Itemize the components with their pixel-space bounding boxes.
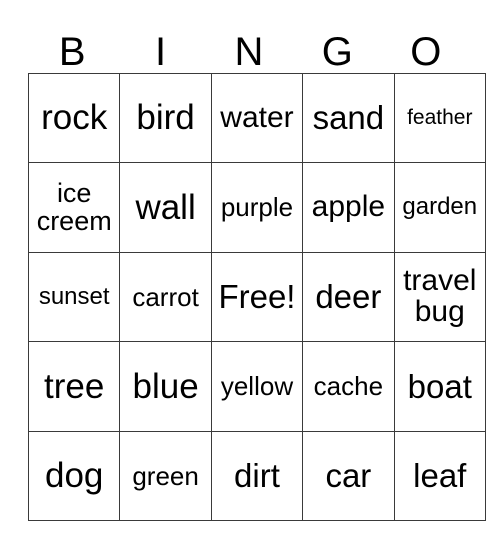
- bingo-cell[interactable]: cache: [302, 341, 395, 432]
- bingo-cell[interactable]: bird: [119, 72, 212, 164]
- header-letter-g: G: [321, 30, 353, 74]
- bingo-cell-label: tree: [44, 366, 105, 406]
- bingo-cell[interactable]: boat: [393, 341, 486, 432]
- header-letter-i: I: [155, 30, 167, 74]
- bingo-cell[interactable]: tree: [27, 341, 121, 432]
- bingo-cell-label: garden: [402, 193, 478, 221]
- bingo-cell[interactable]: car: [302, 430, 395, 521]
- bingo-row: rock bird water sand feather: [27, 72, 486, 164]
- bingo-cell[interactable]: blue: [119, 341, 212, 432]
- bingo-header-row: B I N G O: [28, 14, 470, 73]
- bingo-cell[interactable]: wall: [119, 162, 212, 253]
- bingo-cell-label: cache: [313, 371, 384, 402]
- bingo-cell-label: boat: [407, 367, 472, 405]
- bingo-cell-label: feather: [407, 106, 473, 130]
- bingo-cell-label: leaf: [413, 456, 467, 494]
- bingo-cell-label: blue: [132, 366, 199, 406]
- bingo-cell-label: yellow: [220, 371, 294, 402]
- header-letter-b: B: [58, 30, 86, 74]
- bingo-cell-label-free: Free!: [218, 278, 296, 316]
- bingo-cell-label: apple: [311, 190, 386, 224]
- bingo-cell-label: travel bug: [403, 264, 477, 328]
- header-letter-n: N: [234, 30, 264, 74]
- bingo-cell-label: purple: [220, 192, 294, 223]
- bingo-row: sunset carrot Free! deer travel bug: [27, 251, 486, 343]
- bingo-cell-label: dog: [44, 455, 104, 495]
- bingo-cell-label: ice creem: [36, 178, 112, 236]
- bingo-cell[interactable]: carrot: [119, 251, 212, 343]
- bingo-cell[interactable]: deer: [302, 251, 395, 343]
- bingo-cell-label: car: [325, 456, 372, 494]
- bingo-cell-label: sunset: [38, 282, 110, 310]
- bingo-cell-label: sand: [312, 99, 385, 137]
- bingo-cell[interactable]: apple: [302, 162, 395, 253]
- bingo-cell-label: carrot: [132, 281, 199, 312]
- bingo-row: tree blue yellow cache boat: [27, 341, 486, 432]
- bingo-cell-label: green: [132, 460, 199, 491]
- bingo-cell-label: wall: [135, 187, 196, 227]
- bingo-cell[interactable]: travel bug: [393, 251, 486, 343]
- bingo-row: dog green dirt car leaf: [27, 430, 486, 521]
- bingo-grid: rock bird water sand feather ice creem w…: [27, 72, 486, 521]
- bingo-cell[interactable]: yellow: [210, 341, 304, 432]
- bingo-row: ice creem wall purple apple garden: [27, 162, 486, 253]
- bingo-cell-free[interactable]: Free!: [210, 251, 304, 343]
- bingo-cell[interactable]: feather: [393, 72, 486, 164]
- header-letter-o: O: [410, 30, 442, 74]
- bingo-cell[interactable]: sunset: [27, 251, 121, 343]
- bingo-cell-label: water: [220, 100, 294, 134]
- bingo-cell[interactable]: ice creem: [27, 162, 121, 253]
- bingo-cell[interactable]: garden: [393, 162, 486, 253]
- bingo-cell[interactable]: leaf: [393, 430, 486, 521]
- bingo-cell-label: deer: [315, 278, 382, 316]
- bingo-cell-label: rock: [41, 98, 108, 138]
- bingo-cell[interactable]: dog: [27, 430, 121, 521]
- bingo-cell[interactable]: sand: [302, 72, 395, 164]
- bingo-cell[interactable]: purple: [210, 162, 304, 253]
- bingo-cell[interactable]: rock: [27, 72, 121, 164]
- bingo-cell[interactable]: water: [210, 72, 304, 164]
- bingo-cell[interactable]: green: [119, 430, 212, 521]
- bingo-card: B I N G O rock bird water sand feather i…: [27, 14, 486, 521]
- bingo-cell-label: dirt: [234, 456, 280, 494]
- bingo-cell-label: bird: [136, 98, 195, 138]
- bingo-cell[interactable]: dirt: [210, 430, 304, 521]
